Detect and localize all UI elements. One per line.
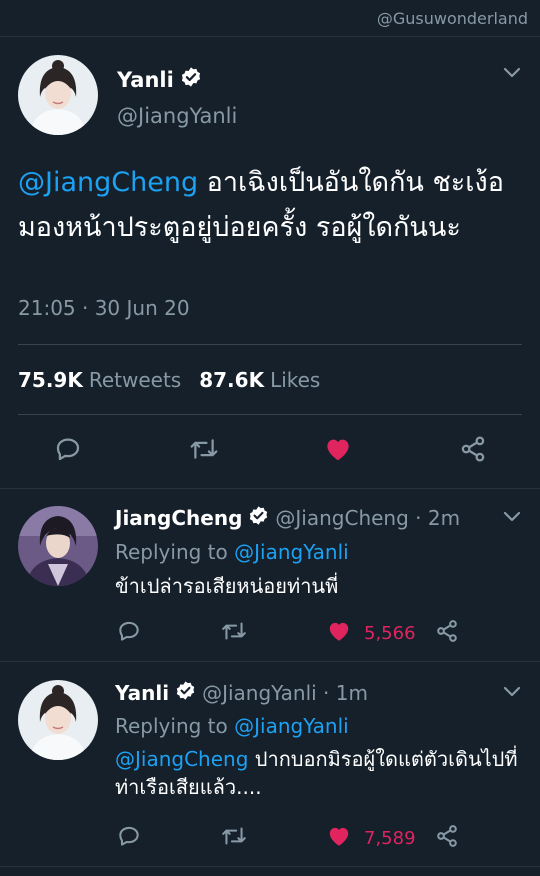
- tweet-timestamp[interactable]: 21:05 · 30 Jun 20: [18, 296, 190, 320]
- engagement-stats: 75.9K Retweets 87.6K Likes: [18, 368, 338, 392]
- verified-badge-icon: [248, 505, 269, 531]
- replying-to: Replying to @JiangYanli: [115, 540, 349, 564]
- share-icon[interactable]: [458, 434, 488, 468]
- tweet-text: @JiangCheng อาเฉิงเป็นอันใดกัน ชะเง้อมอง…: [18, 160, 523, 250]
- mention-link[interactable]: @JiangCheng: [18, 167, 198, 198]
- verified-badge-icon: [180, 66, 202, 93]
- divider: [18, 414, 522, 415]
- avatar[interactable]: [18, 55, 98, 135]
- author-name[interactable]: Yanli: [117, 66, 202, 93]
- avatar[interactable]: [18, 506, 98, 586]
- heart-icon[interactable]: [326, 823, 352, 853]
- chevron-down-icon[interactable]: [502, 64, 522, 85]
- section-divider: [0, 866, 540, 867]
- author-handle[interactable]: @JiangYanli: [117, 104, 237, 128]
- reply-author-name[interactable]: JiangCheng: [115, 506, 242, 530]
- like-count: 5,566: [364, 622, 416, 644]
- retweet-icon[interactable]: [188, 434, 220, 468]
- retweet-icon[interactable]: [220, 618, 248, 644]
- reply-text: ข้าเปล่ารอเสียหน่อยท่านพี่: [115, 572, 525, 600]
- author-name-text[interactable]: Yanli: [117, 68, 174, 92]
- reply-header: Yanli @JiangYanli · 1m: [115, 680, 368, 706]
- reply-icon[interactable]: [53, 434, 83, 468]
- share-icon[interactable]: [434, 618, 460, 644]
- reply-actions: 5,566: [0, 618, 540, 646]
- heart-icon[interactable]: [326, 618, 352, 648]
- like-button[interactable]: 7,589: [326, 823, 416, 853]
- likes-label[interactable]: Likes: [270, 368, 320, 392]
- reply-author-name[interactable]: Yanli: [115, 681, 169, 705]
- replying-to-link[interactable]: @JiangYanli: [234, 714, 349, 738]
- retweet-icon[interactable]: [220, 823, 248, 849]
- retweets-label[interactable]: Retweets: [89, 368, 181, 392]
- replying-to-link[interactable]: @JiangYanli: [234, 540, 349, 564]
- heart-icon[interactable]: [323, 434, 353, 468]
- reply-actions: 7,589: [0, 823, 540, 851]
- chevron-down-icon[interactable]: [502, 683, 522, 704]
- reply-text: @JiangCheng ปากบอกมิรอผู้ใดแต่ตัวเดินไปท…: [115, 745, 525, 801]
- reply-header: JiangCheng @JiangCheng · 2m: [115, 505, 460, 531]
- like-count: 7,589: [364, 827, 416, 849]
- replying-prefix: Replying to: [115, 714, 235, 738]
- reply-body: ข้าเปล่ารอเสียหน่อยท่านพี่: [115, 574, 339, 598]
- watermark: @Gusuwonderland: [376, 9, 528, 28]
- reply-icon[interactable]: [116, 823, 142, 849]
- likes-count[interactable]: 87.6K: [199, 368, 264, 392]
- replying-prefix: Replying to: [115, 540, 235, 564]
- avatar[interactable]: [18, 680, 98, 760]
- chevron-down-icon[interactable]: [502, 508, 522, 529]
- reply-icon[interactable]: [116, 618, 142, 644]
- section-divider: [0, 661, 540, 662]
- top-divider: [0, 36, 540, 37]
- replying-to: Replying to @JiangYanli: [115, 714, 349, 738]
- reply-meta[interactable]: @JiangYanli · 1m: [202, 681, 368, 705]
- section-divider: [0, 488, 540, 489]
- like-button[interactable]: 5,566: [326, 618, 416, 648]
- verified-badge-icon: [175, 680, 196, 706]
- tweet-actions: [0, 434, 540, 472]
- reply-meta[interactable]: @JiangCheng · 2m: [275, 506, 460, 530]
- divider: [18, 344, 522, 345]
- retweets-count[interactable]: 75.9K: [18, 368, 83, 392]
- share-icon[interactable]: [434, 823, 460, 849]
- mention-link[interactable]: @JiangCheng: [115, 747, 248, 771]
